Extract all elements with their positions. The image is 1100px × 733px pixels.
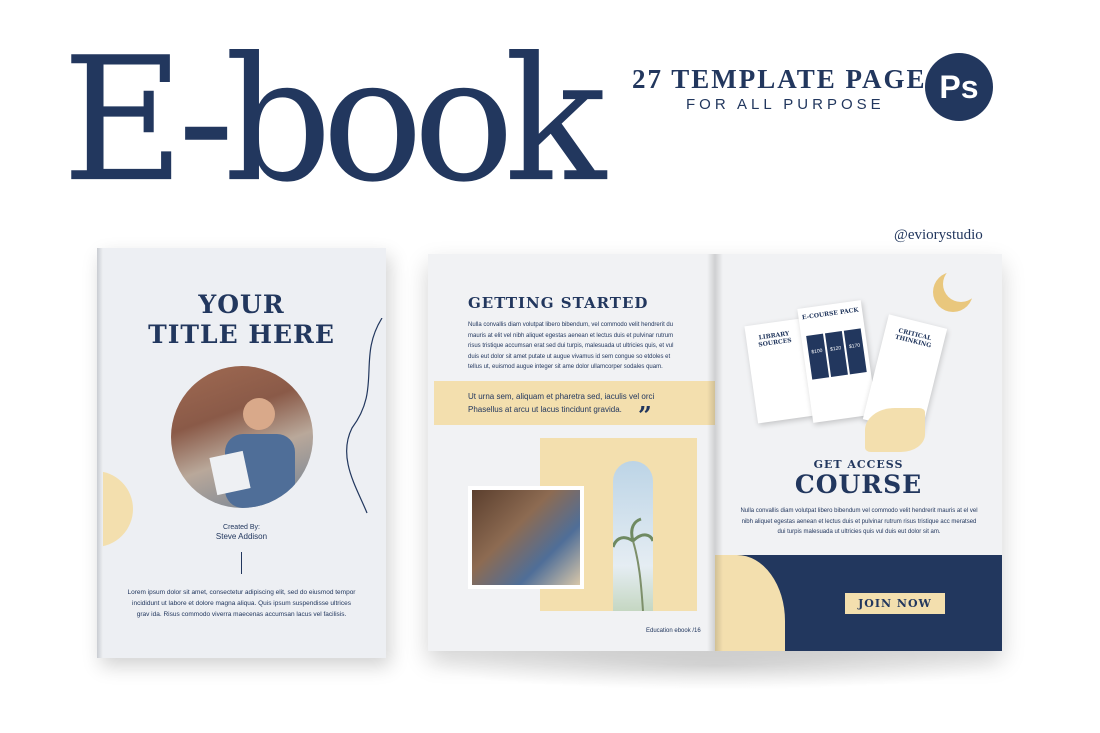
quote-icon: ” (638, 401, 652, 430)
course-title: COURSE (794, 470, 923, 499)
gold-blob-decoration (865, 408, 925, 452)
library-sources-label: LIBRARY SOURCES (757, 330, 793, 349)
getting-started-title: GETTING STARTED (468, 294, 649, 312)
arch-window-image (613, 461, 653, 611)
left-page: GETTING STARTED Nulla convallis diam vol… (428, 254, 715, 651)
cover-book: YOUR TITLE HERE Created By: Steve Addiso… (97, 248, 386, 658)
ebook-headline: E-book (62, 20, 606, 220)
student-photo (468, 486, 584, 589)
ecourse-pack-label: E-COURSE PACK (801, 306, 860, 322)
moon-cutout (943, 266, 979, 302)
cover-photo (171, 366, 313, 508)
price-card-3: $170 (843, 328, 867, 375)
right-page: LIBRARY SOURCES E-COURSE PACK $100 $120 … (715, 254, 1002, 651)
student-photo-image (472, 490, 580, 585)
author-name: Steve Addison (215, 532, 268, 541)
divider (241, 552, 242, 574)
getting-started-body: Nulla convallis diam volutpat libero bib… (468, 322, 674, 371)
open-book-spread: GETTING STARTED Nulla convallis diam vol… (428, 254, 1002, 651)
palm-illustration (613, 517, 653, 611)
decorative-line (346, 318, 383, 514)
cover-body-text: Lorem ipsum dolor sit amet, consectetur … (127, 589, 356, 618)
tagline-template-pages: 27 TEMPLATE PAGES (632, 64, 944, 94)
quote-band: Ut urna sem, aliquam et pharetra sed, ia… (434, 381, 715, 430)
created-by-label: Created By: (223, 524, 260, 531)
tagline-purpose: FOR ALL PURPOSE (686, 96, 885, 113)
critical-thinking-label: CRITICAL THINKING (894, 327, 932, 350)
studio-handle: @eviorystudio (894, 227, 983, 243)
cover-title-line1: YOUR (198, 290, 285, 319)
course-body: Nulla convallis diam volutpat libero bib… (740, 508, 978, 536)
cover-spine (97, 248, 103, 658)
join-now-button[interactable]: JOIN NOW (845, 593, 945, 614)
reader-illustration (209, 398, 295, 508)
book-gutter (707, 254, 723, 651)
photoshop-icon: Ps (925, 53, 993, 121)
page-footer: Education ebook /16 (646, 628, 701, 634)
